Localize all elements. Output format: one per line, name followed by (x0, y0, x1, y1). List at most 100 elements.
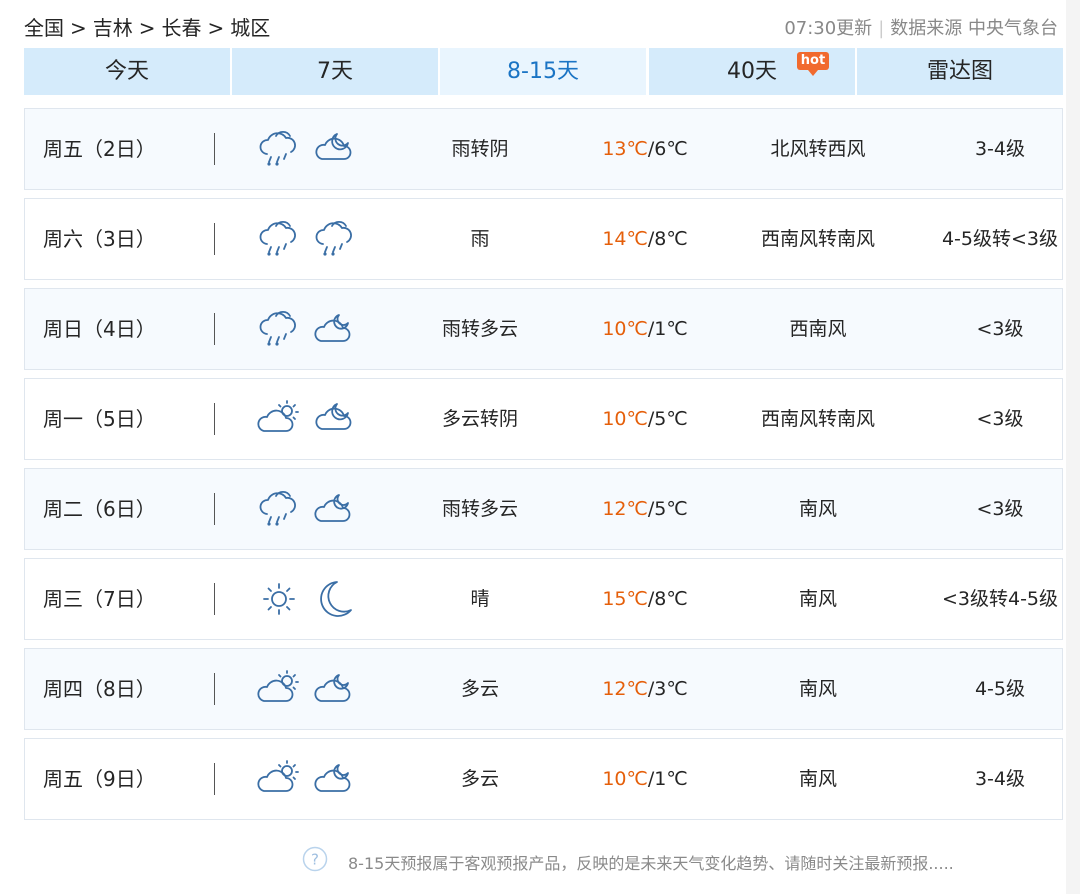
breadcrumb-separator: > (138, 16, 156, 40)
low-temp: 8℃ (654, 228, 688, 250)
day-label: 周四（8日） (43, 677, 156, 701)
breadcrumb-item-province[interactable]: 吉林 (93, 16, 133, 40)
high-temp: 12℃ (602, 678, 648, 700)
forecast-tabs: 今天 7天 8-15天 40天 hot 雷达图 (24, 48, 1063, 95)
wind-level: 3-4级 (974, 768, 1026, 790)
temperature: 12℃/3℃ (602, 678, 688, 700)
forecast-row: 周日（4日） 雨转多云 10℃/1℃ 西南风 <3级 (24, 288, 1063, 370)
forecast-row: 周二（6日） 雨转多云 12℃/5℃ 南风 <3级 (24, 468, 1063, 550)
row-divider (214, 223, 215, 255)
overcast-moon-icon (315, 133, 352, 160)
tab-radar[interactable]: 雷达图 (857, 48, 1063, 95)
low-temp: 1℃ (654, 768, 688, 790)
high-temp: 14℃ (602, 228, 648, 250)
wind-direction: 南风 (798, 768, 837, 790)
low-temp: 6℃ (654, 138, 688, 160)
wind-level: <3级 (976, 408, 1024, 430)
breadcrumb-separator: > (207, 16, 225, 40)
wind-direction: 西南风 (789, 318, 847, 340)
row-divider (214, 403, 215, 435)
tab-40-days[interactable]: 40天 hot (649, 48, 855, 95)
question-icon[interactable]: ? (302, 846, 328, 872)
breadcrumb: 全国 > 吉林 > 长春 > 城区 (24, 12, 270, 41)
day-label: 周二（6日） (43, 497, 156, 521)
disclaimer-text: 8-15天预报属于客观预报产品，反映的是未来天气变化趋势、请随时关注最新预报..… (348, 854, 954, 873)
day-label: 周日（4日） (43, 317, 156, 341)
wind-level: <3级转4-5级 (941, 588, 1059, 610)
update-meta: 07:30更新 | 数据来源 中央气象台 (784, 14, 1058, 40)
hot-badge: hot (797, 52, 829, 76)
low-temp: 5℃ (654, 498, 688, 520)
moon-icon (320, 581, 352, 617)
row-divider (214, 583, 215, 615)
forecast-row: 周五（9日） 多云 10℃/1℃ 南风 3-4级 (24, 738, 1063, 820)
temperature: 15℃/8℃ (602, 588, 688, 610)
rain-cloud-icon (259, 310, 296, 346)
low-temp: 1℃ (654, 318, 688, 340)
high-temp: 10℃ (602, 318, 648, 340)
wind-direction: 西南风转南风 (760, 408, 875, 430)
wind-level: 4-5级转<3级 (941, 228, 1059, 250)
forecast-row: 周六（3日） 雨 14℃/8℃ 西南风转南风 4-5级转<3级 (24, 198, 1063, 280)
cloudy-sun-icon (257, 670, 299, 702)
tab-label: 雷达图 (926, 59, 993, 84)
breadcrumb-separator: > (70, 16, 87, 40)
temperature: 10℃/5℃ (602, 408, 688, 430)
rain-cloud-icon (259, 490, 296, 526)
rain-cloud-icon (315, 220, 352, 256)
tab-label: 8-15天 (507, 59, 579, 84)
low-temp: 8℃ (654, 588, 688, 610)
rain-cloud-icon (259, 130, 296, 166)
top-bar: 全国 > 吉林 > 长春 > 城区 07:30更新 | 数据来源 中央气象台 (24, 10, 1064, 40)
cloudy-moon-icon (314, 494, 351, 522)
sun-icon (263, 583, 295, 615)
cloudy-sun-icon (257, 400, 299, 432)
temperature: 13℃/6℃ (602, 138, 688, 160)
high-temp: 13℃ (602, 138, 648, 160)
meta-divider: | (878, 18, 885, 39)
day-label: 周五（2日） (43, 137, 156, 161)
forecast-row: 周三（7日） 晴 15℃/8℃ 南风 <3级转4-5级 (24, 558, 1063, 640)
forecast-row: 周四（8日） 多云 12℃/3℃ 南风 4-5级 (24, 648, 1063, 730)
temperature: 10℃/1℃ (602, 318, 688, 340)
temperature: 12℃/5℃ (602, 498, 688, 520)
tab-7-days[interactable]: 7天 (232, 48, 438, 95)
tab-label: 今天 (104, 59, 149, 84)
row-divider (214, 133, 215, 165)
cloudy-moon-icon (314, 674, 351, 702)
high-temp: 10℃ (602, 768, 648, 790)
condition: 雨 (470, 228, 490, 250)
wind-level: <3级 (976, 318, 1024, 340)
tab-today[interactable]: 今天 (24, 48, 230, 95)
condition: 多云 (460, 768, 499, 790)
wind-direction: 西南风转南风 (760, 228, 875, 250)
cloudy-moon-icon (314, 764, 351, 792)
condition: 雨转多云 (441, 498, 518, 520)
rain-cloud-icon (259, 220, 296, 256)
day-label: 周一（5日） (43, 407, 156, 431)
day-label: 周五（9日） (43, 767, 156, 791)
tab-label: 40天 (727, 59, 777, 84)
high-temp: 15℃ (602, 588, 648, 610)
update-time: 07:30更新 (784, 18, 873, 39)
high-temp: 12℃ (602, 498, 648, 520)
breadcrumb-item-city[interactable]: 长春 (162, 16, 202, 40)
wind-direction: 南风 (798, 588, 837, 610)
forecast-row: 周一（5日） 多云转阴 10℃/5℃ 西南风转南风 <3级 (24, 378, 1063, 460)
wind-direction: 南风 (798, 678, 837, 700)
low-temp: 3℃ (654, 678, 688, 700)
wind-level: 3-4级 (974, 138, 1026, 160)
condition: 雨转阴 (451, 138, 509, 160)
data-source: 数据来源 中央气象台 (890, 18, 1058, 39)
wind-level: <3级 (976, 498, 1024, 520)
row-divider (214, 763, 215, 795)
cloudy-sun-icon (257, 760, 299, 792)
tab-8-15-days[interactable]: 8-15天 (440, 48, 646, 95)
day-label: 周三（7日） (43, 587, 156, 611)
forecast-row: 周五（2日） 雨转阴 13℃/6℃ 北风转西风 3-4级 (24, 108, 1063, 190)
row-divider (214, 313, 215, 345)
tab-label: 7天 (317, 59, 353, 84)
wind-level: 4-5级 (974, 678, 1026, 700)
breadcrumb-item-country[interactable]: 全国 (24, 16, 64, 40)
svg-text:?: ? (311, 851, 319, 869)
